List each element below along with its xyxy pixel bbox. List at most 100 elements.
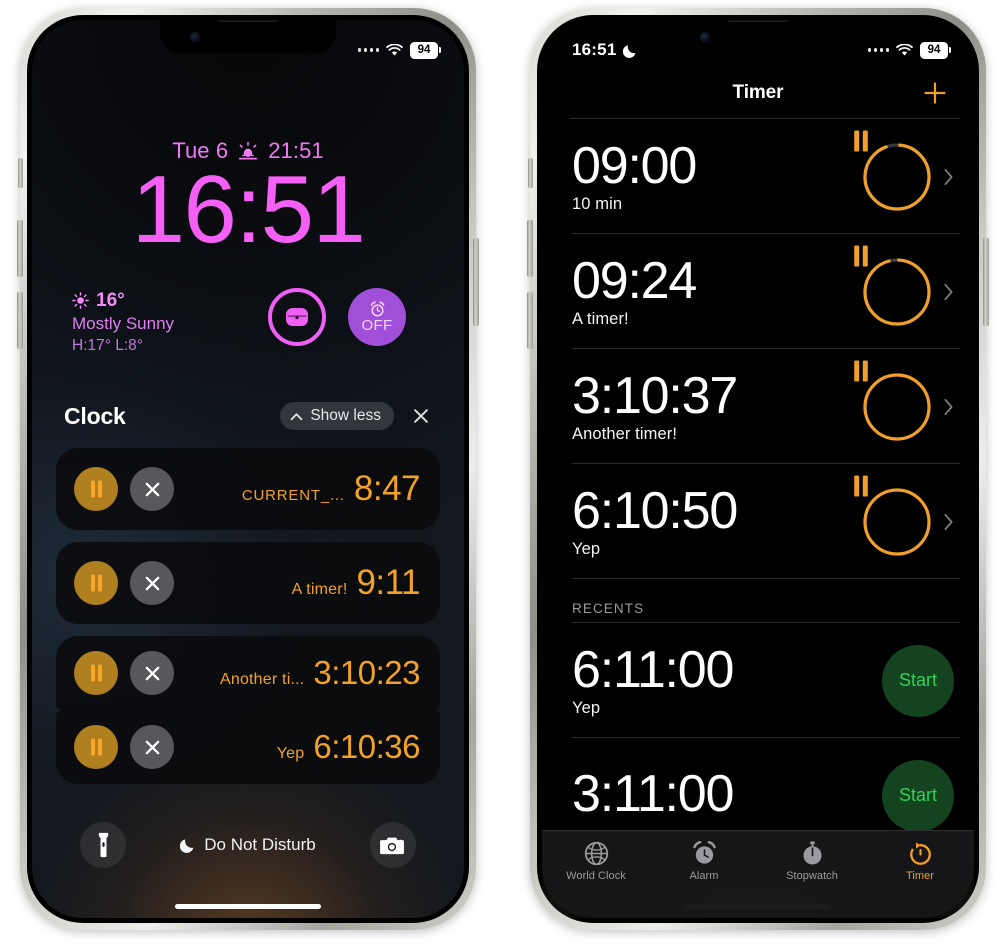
- notification-group-header: Clock Show less: [32, 402, 464, 430]
- alarm-clock-icon: [370, 300, 384, 316]
- notification-actions: [74, 561, 174, 605]
- dismiss-timer-button[interactable]: [130, 467, 174, 511]
- pause-icon: [854, 245, 868, 266]
- pause-icon: [854, 130, 868, 151]
- notch: [160, 20, 336, 53]
- progress-ring: [863, 257, 931, 326]
- timer-info: 6:10:50 Yep: [572, 484, 738, 559]
- pause-timer-button[interactable]: [854, 475, 933, 558]
- weather-high-low: H:17° L:8°: [72, 336, 143, 354]
- timer-row[interactable]: 09:00 10 min: [542, 119, 974, 234]
- power-button[interactable]: [473, 238, 479, 326]
- pause-timer-button[interactable]: [854, 130, 933, 213]
- dismiss-timer-button[interactable]: [130, 561, 174, 605]
- notification-card[interactable]: A timer! 9:11: [56, 542, 440, 624]
- status-bar-time: 16:51: [572, 40, 617, 59]
- timer-row[interactable]: 09:24 A timer!: [542, 234, 974, 349]
- tab-timer[interactable]: Timer: [866, 840, 974, 882]
- timer-row[interactable]: 6:10:50 Yep: [542, 464, 974, 579]
- notification-time: 9:11: [356, 563, 420, 602]
- dismiss-timer-button[interactable]: [130, 651, 174, 695]
- alarm-widget[interactable]: OFF: [348, 288, 406, 346]
- tab-bar: World Clock Alarm Stopwatch Timer: [542, 830, 974, 918]
- status-bar-left: 16:51: [572, 40, 638, 60]
- stopwatch-icon: [802, 841, 822, 865]
- recent-timer-row[interactable]: 6:11:00 Yep Start: [542, 623, 974, 738]
- focus-status: Do Not Disturb: [180, 835, 316, 855]
- notification-card[interactable]: Yep 6:10:36: [56, 710, 440, 784]
- timer-controls: [854, 245, 954, 328]
- timer-info: 3:10:37 Another timer!: [572, 366, 738, 444]
- focus-label: Do Not Disturb: [204, 835, 316, 854]
- weather-widget[interactable]: 16° Mostly Sunny H:17° L:8°: [72, 288, 174, 356]
- timer-controls: [854, 130, 954, 213]
- timer-remaining: 09:00: [572, 136, 697, 195]
- pause-timer-button[interactable]: [854, 245, 933, 328]
- status-bar-right: 94: [867, 41, 951, 59]
- chevron-up-icon: [290, 412, 303, 420]
- weather-temp-row: 16°: [72, 288, 174, 313]
- notification-stack: CURRENT_... 8:47 A timer! 9:11 Another t…: [56, 448, 440, 796]
- pause-timer-button[interactable]: [74, 467, 118, 511]
- weather-temperature: 16°: [96, 290, 125, 311]
- front-camera-icon: [190, 32, 201, 43]
- timer-icon: [909, 842, 931, 865]
- sun-icon: [72, 292, 89, 309]
- power-button[interactable]: [983, 238, 989, 326]
- notification-actions: [74, 725, 174, 769]
- camera-button[interactable]: [369, 822, 416, 868]
- timer-duration: 3:11:00: [572, 765, 734, 824]
- timer-remaining: 3:10:37: [572, 366, 738, 425]
- notification-content: Yep 6:10:36: [277, 728, 421, 766]
- start-timer-button[interactable]: Start: [882, 644, 954, 717]
- pause-timer-button[interactable]: [854, 360, 933, 443]
- chevron-right-icon: [944, 398, 953, 415]
- volume-down-button[interactable]: [527, 292, 533, 349]
- timer-row[interactable]: 3:10:37 Another timer!: [542, 349, 974, 464]
- volume-down-button[interactable]: [17, 292, 23, 349]
- add-timer-button[interactable]: [922, 80, 948, 106]
- volume-up-button[interactable]: [527, 220, 533, 277]
- home-indicator[interactable]: [175, 903, 321, 909]
- volume-up-button[interactable]: [17, 220, 23, 277]
- mute-switch[interactable]: [528, 158, 533, 188]
- timer-info: 3:11:00: [572, 765, 734, 824]
- start-timer-button[interactable]: Start: [882, 759, 954, 832]
- front-camera-icon: [700, 32, 711, 43]
- battery-indicator: 94: [920, 41, 951, 59]
- start-label: Start: [898, 670, 937, 690]
- pause-icon: [90, 738, 102, 756]
- notification-content: Another ti... 3:10:23: [220, 654, 421, 692]
- pause-icon: [90, 480, 102, 498]
- notification-content: A timer! 9:11: [292, 563, 421, 603]
- lock-screen-header: Tue 6 21:51 16:51: [32, 138, 464, 261]
- tab-label: World Clock: [566, 870, 626, 882]
- notification-actions: [74, 651, 174, 695]
- timer-remaining: 09:24: [572, 251, 697, 310]
- pause-timer-button[interactable]: [74, 561, 118, 605]
- show-less-label: Show less: [310, 407, 381, 424]
- tab-stopwatch[interactable]: Stopwatch: [758, 840, 866, 882]
- weather-condition: Mostly Sunny: [72, 314, 175, 334]
- tab-label: Timer: [906, 870, 934, 882]
- battery-indicator: 94: [410, 41, 441, 59]
- pause-timer-button[interactable]: [74, 725, 118, 769]
- notification-card[interactable]: Another ti... 3:10:23: [56, 636, 440, 710]
- mute-switch[interactable]: [18, 158, 23, 188]
- dismiss-timer-button[interactable]: [130, 725, 174, 769]
- progress-ring: [863, 142, 931, 211]
- timer-controls: [854, 475, 954, 558]
- notification-card[interactable]: CURRENT_... 8:47: [56, 448, 440, 530]
- wifi-icon: [896, 43, 913, 56]
- timer-list: 09:00 10 min 09:24 A timer! 3:10:37 Anot…: [542, 119, 974, 918]
- close-x-icon: [414, 409, 428, 423]
- airpods-widget[interactable]: [268, 288, 326, 346]
- recents-label: RECENTS: [572, 601, 645, 616]
- tab-alarm[interactable]: Alarm: [650, 840, 758, 882]
- pause-timer-button[interactable]: [74, 651, 118, 695]
- show-less-button[interactable]: Show less: [280, 402, 394, 430]
- flashlight-button[interactable]: [80, 822, 126, 868]
- navigation-bar: Timer: [542, 68, 974, 118]
- clear-notifications-button[interactable]: [408, 403, 434, 429]
- tab-world-clock[interactable]: World Clock: [542, 840, 650, 882]
